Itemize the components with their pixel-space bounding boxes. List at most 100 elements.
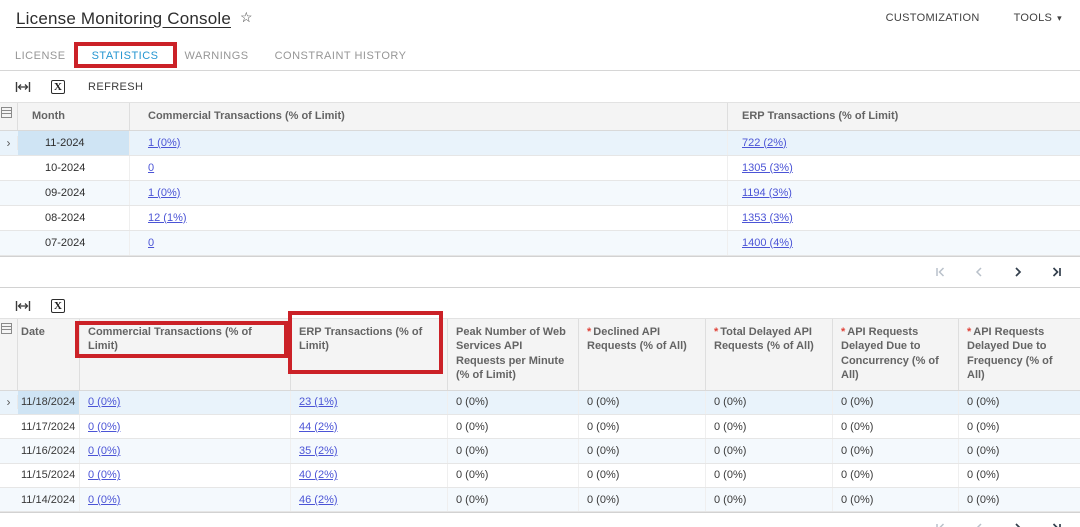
fit-width-button[interactable] <box>6 76 40 98</box>
peak-cell: 0 (0%) <box>448 390 579 414</box>
erp-transactions-link[interactable]: 40 (2%) <box>299 469 338 481</box>
table-row[interactable]: 11/14/2024 0 (0%) 46 (2%) 0 (0%) 0 (0%) … <box>0 488 1080 513</box>
table-row[interactable]: 11/15/2024 0 (0%) 40 (2%) 0 (0%) 0 (0%) … <box>0 463 1080 489</box>
frequency-cell: 0 (0%) <box>967 444 1000 457</box>
commercial-transactions-link[interactable]: 0 (0%) <box>88 421 120 433</box>
fit-width-button[interactable] <box>6 295 40 317</box>
tab-license[interactable]: LICENSE <box>2 41 79 70</box>
date-cell: 11/17/2024 <box>18 414 80 439</box>
pagination-last-button[interactable] <box>1050 265 1064 279</box>
monthly-grid-toolbar: X REFRESH <box>0 71 1080 102</box>
tab-license-label: LICENSE <box>15 49 66 62</box>
pagination-prev-button[interactable] <box>972 521 986 527</box>
erp-transactions-link[interactable]: 722 (2%) <box>742 137 787 149</box>
column-header-delayed-concurrency[interactable]: * API Requests Delayed Due to Concurrency… <box>833 318 959 390</box>
last-page-icon <box>1052 523 1061 527</box>
erp-transactions-link[interactable]: 1353 (3%) <box>742 212 793 224</box>
pagination-next-button[interactable] <box>1011 521 1025 527</box>
column-header-month[interactable]: Month <box>18 103 130 130</box>
total-delayed-cell: 0 (0%) <box>706 390 833 414</box>
concurrency-cell: 0 (0%) <box>833 488 959 512</box>
tools-button[interactable]: TOOLS ▾ <box>1014 12 1062 24</box>
tab-statistics[interactable]: STATISTICS <box>73 41 177 70</box>
erp-transactions-link[interactable]: 1194 (3%) <box>742 187 792 199</box>
prev-page-icon <box>977 523 982 527</box>
header-actions: CUSTOMIZATION TOOLS ▾ <box>886 9 1062 24</box>
commercial-transactions-link[interactable]: 0 (0%) <box>88 445 120 457</box>
erp-transactions-link[interactable]: 1305 (3%) <box>742 162 793 174</box>
tab-warnings[interactable]: WARNINGS <box>172 41 262 70</box>
column-header-erp-transactions[interactable]: ERP Transactions (% of Limit) <box>728 103 1080 130</box>
grid-settings-icon <box>1 322 12 334</box>
column-header-commercial-transactions[interactable]: Commercial Transactions (% of Limit) <box>75 318 291 390</box>
row-selector-cell: › <box>0 135 18 150</box>
pagination-first-button[interactable] <box>933 265 947 279</box>
pagination-next-button[interactable] <box>1011 265 1025 279</box>
pagination-last-button[interactable] <box>1050 521 1064 527</box>
export-to-excel-button[interactable]: X <box>42 76 74 98</box>
daily-statistics-grid: Date Commercial Transactions (% of Limit… <box>0 310 1080 527</box>
export-to-excel-icon: X <box>51 298 65 313</box>
total-delayed-cell: 0 (0%) <box>706 463 833 488</box>
customization-button[interactable]: CUSTOMIZATION <box>886 12 980 24</box>
erp-transactions-link[interactable]: 46 (2%) <box>299 494 338 506</box>
tab-constraint-history[interactable]: CONSTRAINT HISTORY <box>262 41 420 70</box>
commercial-transactions-link[interactable]: 0 (0%) <box>88 396 120 408</box>
concurrency-cell: 0 (0%) <box>833 414 959 439</box>
tab-statistics-label: STATISTICS <box>91 49 159 62</box>
table-row[interactable]: › 11-2024 1 (0%) 722 (2%) <box>0 130 1080 156</box>
frequency-header-label: API Requests Delayed Due to Frequency (%… <box>967 325 1053 382</box>
commercial-transactions-link[interactable]: 0 <box>148 237 154 249</box>
table-row[interactable]: 07-2024 0 1400 (4%) <box>0 230 1080 256</box>
declined-cell: 0 (0%) <box>579 390 706 414</box>
pagination-prev-button[interactable] <box>972 265 986 279</box>
month-cell: 11-2024 <box>18 130 130 155</box>
column-header-commercial-transactions[interactable]: Commercial Transactions (% of Limit) <box>130 103 728 130</box>
column-header-erp-transactions[interactable]: ERP Transactions (% of Limit) <box>288 310 448 390</box>
total-delayed-header-label: Total Delayed API Requests (% of All) <box>714 325 814 353</box>
table-row[interactable]: › 11/18/2024 0 (0%) 23 (1%) 0 (0%) 0 (0%… <box>0 390 1080 415</box>
grid-settings-icon <box>1 107 12 118</box>
table-row[interactable]: 11/16/2024 0 (0%) 35 (2%) 0 (0%) 0 (0%) … <box>0 439 1080 464</box>
favorite-star-icon[interactable]: ☆ <box>240 9 253 24</box>
date-cell: 11/16/2024 <box>18 439 80 463</box>
erp-transactions-link[interactable]: 44 (2%) <box>299 421 338 433</box>
tab-warnings-label: WARNINGS <box>184 49 249 62</box>
column-config-button[interactable] <box>0 103 18 130</box>
commercial-transactions-link[interactable]: 1 (0%) <box>148 137 180 149</box>
daily-grid-header: Date Commercial Transactions (% of Limit… <box>0 310 1080 391</box>
table-row[interactable]: 10-2024 0 1305 (3%) <box>0 155 1080 181</box>
declined-cell: 0 (0%) <box>579 439 706 463</box>
column-header-peak-api-requests[interactable]: Peak Number of Web Services API Requests… <box>448 318 579 390</box>
commercial-transactions-link[interactable]: 12 (1%) <box>148 212 187 224</box>
commercial-transactions-link[interactable]: 1 (0%) <box>148 187 180 199</box>
erp-transactions-link[interactable]: 23 (1%) <box>299 396 338 408</box>
daily-grid-pagination <box>0 512 1080 527</box>
erp-transactions-link[interactable]: 35 (2%) <box>299 445 338 457</box>
column-header-total-delayed-api-requests[interactable]: * Total Delayed API Requests (% of All) <box>706 318 833 390</box>
commercial-transactions-link[interactable]: 0 <box>148 162 154 174</box>
column-config-button[interactable] <box>0 318 18 390</box>
table-row[interactable]: 09-2024 1 (0%) 1194 (3%) <box>0 180 1080 206</box>
refresh-button[interactable]: REFRESH <box>76 77 155 97</box>
commercial-transactions-link[interactable]: 0 (0%) <box>88 494 120 506</box>
concurrency-cell: 0 (0%) <box>833 390 959 414</box>
column-header-declined-api-requests[interactable]: * Declined API Requests (% of All) <box>579 318 706 390</box>
prev-page-icon <box>975 266 982 277</box>
tab-bar: LICENSE STATISTICS WARNINGS CONSTRAINT H… <box>0 41 1080 71</box>
next-page-icon <box>1015 266 1022 277</box>
column-header-date[interactable]: Date <box>18 318 80 390</box>
next-page-icon <box>1015 523 1020 527</box>
declined-cell: 0 (0%) <box>579 463 706 488</box>
pagination-first-button[interactable] <box>933 521 947 527</box>
erp-transactions-link[interactable]: 1400 (4%) <box>742 237 793 249</box>
fit-width-icon <box>15 81 31 92</box>
column-header-delayed-frequency[interactable]: * API Requests Delayed Due to Frequency (… <box>959 319 1080 390</box>
commercial-header-label: Commercial Transactions (% of Limit) <box>88 325 252 353</box>
peak-cell: 0 (0%) <box>448 414 579 439</box>
table-row[interactable]: 08-2024 12 (1%) 1353 (3%) <box>0 205 1080 231</box>
frequency-cell: 0 (0%) <box>967 469 1000 482</box>
commercial-transactions-link[interactable]: 0 (0%) <box>88 469 120 481</box>
export-to-excel-button[interactable]: X <box>42 295 74 317</box>
table-row[interactable]: 11/17/2024 0 (0%) 44 (2%) 0 (0%) 0 (0%) … <box>0 414 1080 440</box>
